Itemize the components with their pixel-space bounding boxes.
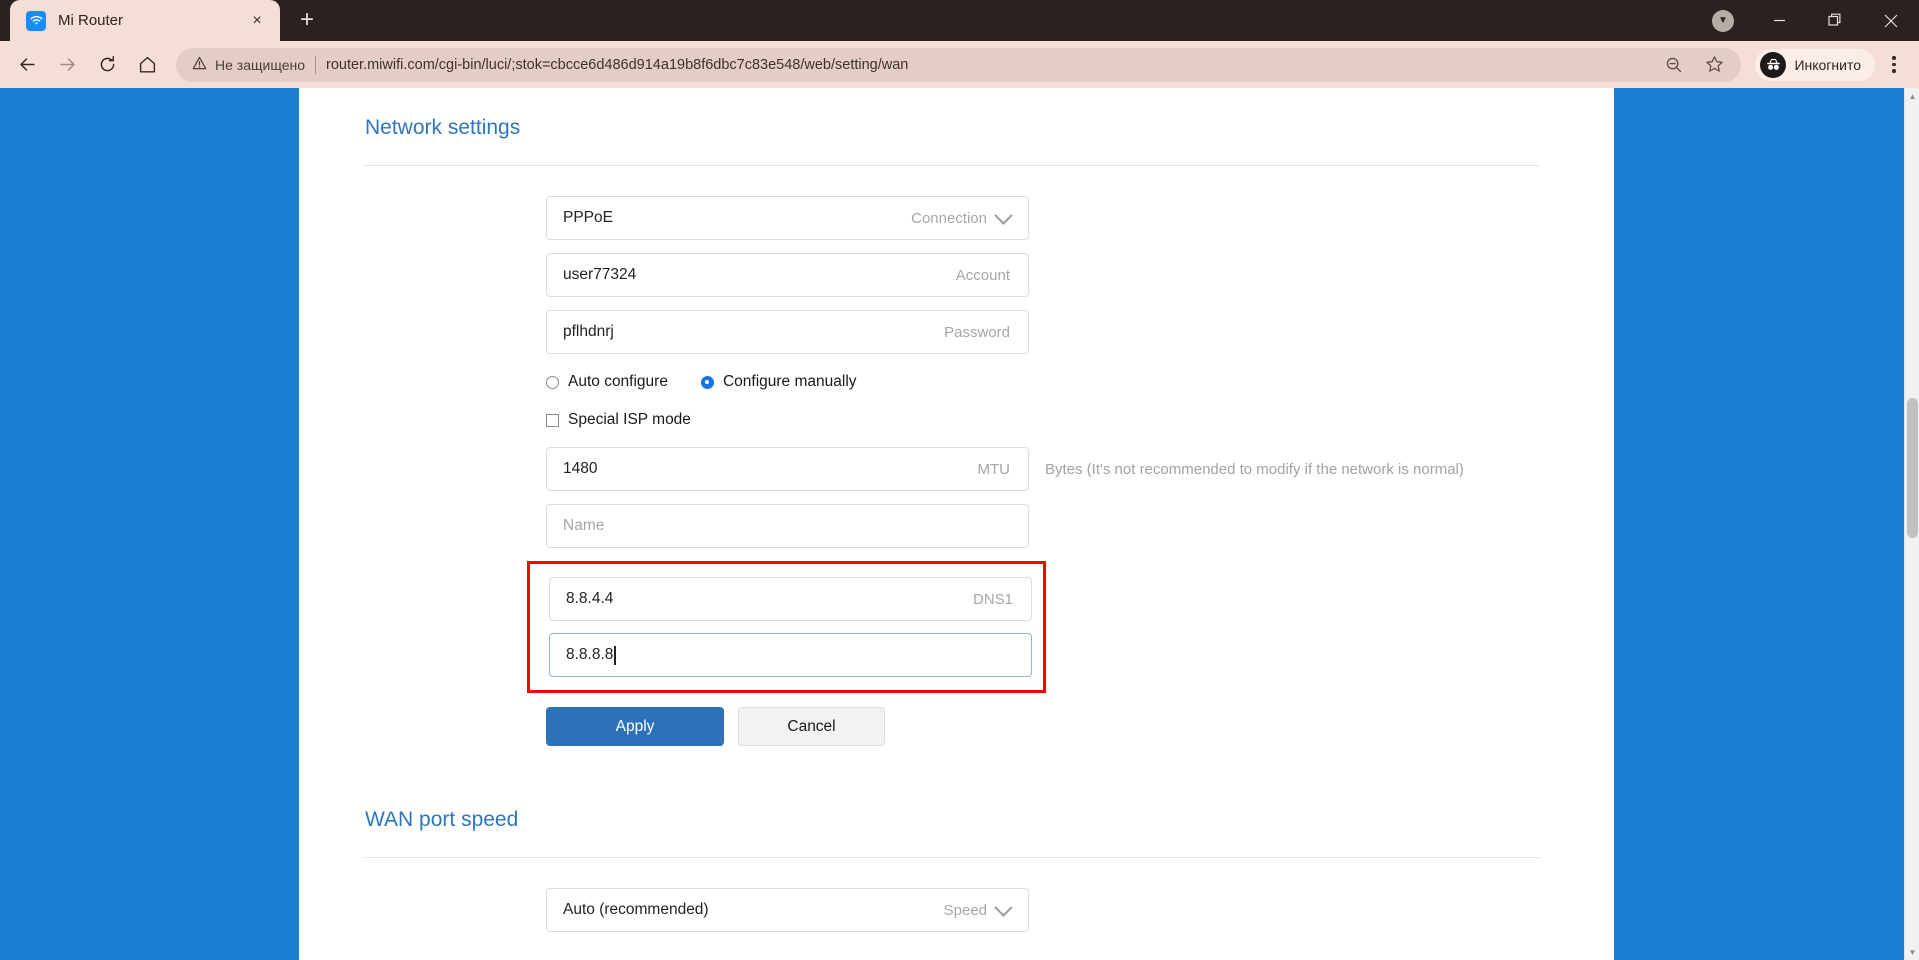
- zoom-out-icon[interactable]: [1655, 46, 1693, 84]
- cancel-button[interactable]: Cancel: [738, 707, 885, 746]
- security-label: Не защищено: [215, 56, 305, 73]
- url-text: router.miwifi.com/cgi-bin/luci/;stok=cbc…: [326, 56, 909, 73]
- scroll-down-arrow-icon[interactable]: ▼: [1905, 944, 1919, 960]
- mtu-input[interactable]: 1480 MTU: [546, 447, 1029, 491]
- network-settings-section: Network settings PPPoE Connection user77…: [365, 88, 1614, 746]
- omnibox-divider: [315, 55, 316, 74]
- dns2-input[interactable]: 8.8.8.8: [549, 633, 1032, 677]
- address-bar[interactable]: Не защищено router.miwifi.com/cgi-bin/lu…: [176, 46, 1742, 84]
- checkbox-special-isp-mode[interactable]: Special ISP mode: [546, 411, 691, 429]
- dns1-input[interactable]: 8.8.4.4 DNS1: [549, 577, 1032, 621]
- name-placeholder: Name: [563, 517, 605, 534]
- wan-speed-label-group: Speed: [943, 897, 1013, 919]
- incognito-label: Инкогнито: [1794, 56, 1861, 73]
- wifi-icon: [26, 10, 46, 31]
- account-row: user77324 Account: [365, 253, 1614, 297]
- incognito-icon: [1760, 51, 1787, 78]
- page-viewport: Network settings PPPoE Connection user77…: [0, 88, 1919, 960]
- mtu-label: MTU: [977, 460, 1011, 478]
- radio-configure-manually[interactable]: Configure manually: [700, 373, 857, 391]
- text-cursor: [614, 645, 616, 665]
- minimize-button[interactable]: [1751, 0, 1807, 41]
- wan-speed-value: Auto (recommended): [563, 901, 709, 918]
- restore-button[interactable]: [1807, 0, 1863, 41]
- wan-speed-row: Auto (recommended) Speed: [365, 888, 1614, 932]
- wan-section-divider: [365, 857, 1540, 858]
- account-value: user77324: [563, 266, 637, 283]
- scrollbar-thumb[interactable]: [1907, 398, 1918, 538]
- update-available-icon[interactable]: ▼: [1695, 0, 1751, 41]
- radio-configure-manually-control[interactable]: [700, 375, 714, 389]
- mtu-row: 1480 MTU Bytes (It's not recommended to …: [365, 447, 1614, 491]
- network-settings-form: PPPoE Connection user77324 Account pflhd…: [365, 166, 1614, 746]
- connection-label-group: Connection: [911, 205, 1013, 227]
- security-status[interactable]: Не защищено: [192, 56, 305, 74]
- connection-row: PPPoE Connection: [365, 196, 1614, 240]
- account-input[interactable]: user77324 Account: [546, 253, 1029, 297]
- reload-icon[interactable]: [88, 46, 126, 84]
- tab-strip: Mi Router × + ▼: [0, 0, 1919, 41]
- chevron-down-icon: [994, 897, 1013, 917]
- wan-speed-label: Speed: [943, 901, 987, 919]
- checkbox-special-isp-control[interactable]: [546, 413, 559, 427]
- checkbox-special-isp-label: Special ISP mode: [568, 411, 691, 428]
- browser-toolbar: Не защищено router.miwifi.com/cgi-bin/lu…: [0, 41, 1919, 88]
- warning-triangle-icon: [192, 56, 207, 74]
- new-tab-button[interactable]: +: [290, 3, 324, 37]
- config-mode-group: Auto configure Configure manually: [546, 373, 857, 391]
- home-icon[interactable]: [128, 46, 166, 84]
- browser-tab-mi-router[interactable]: Mi Router ×: [10, 0, 280, 41]
- scroll-up-arrow-icon[interactable]: ▲: [1905, 88, 1919, 104]
- connection-type-value: PPPoE: [563, 209, 613, 226]
- browser-window: Mi Router × + ▼ Не защищено router.miwif…: [0, 0, 1919, 960]
- dns1-value: 8.8.4.4: [566, 590, 614, 607]
- incognito-indicator[interactable]: Инкогнито: [1755, 48, 1875, 81]
- wan-port-speed-title: WAN port speed: [365, 808, 519, 831]
- chevron-down-icon: [994, 205, 1013, 225]
- page-title: Network settings: [365, 116, 521, 139]
- name-input[interactable]: Name: [546, 504, 1029, 548]
- mtu-hint: Bytes (It's not recommended to modify if…: [1045, 460, 1464, 478]
- account-label: Account: [955, 266, 1010, 284]
- page-left-margin: [0, 88, 299, 960]
- radio-auto-configure[interactable]: Auto configure: [546, 373, 668, 391]
- password-label: Password: [944, 323, 1010, 341]
- connection-label: Connection: [911, 209, 987, 227]
- connection-type-select[interactable]: PPPoE Connection: [546, 196, 1029, 240]
- radio-configure-manually-label: Configure manually: [722, 373, 857, 390]
- window-controls: ▼: [1695, 0, 1919, 41]
- page-scrollbar[interactable]: ▲ ▼: [1904, 88, 1919, 960]
- special-isp-row: Special ISP mode: [365, 411, 1614, 429]
- radio-auto-configure-label: Auto configure: [568, 373, 668, 390]
- close-icon[interactable]: ×: [244, 8, 270, 34]
- tab-title: Mi Router: [58, 12, 124, 29]
- dns-highlight-box: 8.8.4.4 DNS1 8.8.8.8: [527, 561, 1046, 693]
- apply-button[interactable]: Apply: [546, 707, 724, 746]
- omnibox-actions: [1655, 46, 1733, 84]
- config-mode-row: Auto configure Configure manually: [365, 367, 1614, 394]
- password-value: pflhdnrj: [563, 323, 614, 340]
- password-input[interactable]: pflhdnrj Password: [546, 310, 1029, 354]
- forward-icon[interactable]: [48, 46, 86, 84]
- page-right-margin: [1614, 88, 1919, 960]
- back-icon[interactable]: [8, 46, 46, 84]
- form-actions: Apply Cancel: [365, 707, 1614, 746]
- radio-auto-configure-control[interactable]: [546, 375, 559, 389]
- wan-speed-select[interactable]: Auto (recommended) Speed: [546, 888, 1029, 932]
- star-icon[interactable]: [1695, 46, 1733, 84]
- three-dots-menu-icon[interactable]: [1877, 46, 1911, 84]
- wan-port-speed-section: WAN port speed Auto (recommended) Speed: [365, 808, 1614, 932]
- close-window-button[interactable]: [1863, 0, 1919, 41]
- name-row: Name: [365, 504, 1614, 548]
- dns2-value: 8.8.8.8: [566, 646, 614, 663]
- password-row: pflhdnrj Password: [365, 310, 1614, 354]
- router-settings-page: Network settings PPPoE Connection user77…: [299, 88, 1614, 960]
- mtu-value: 1480: [563, 460, 598, 477]
- dns1-label: DNS1: [972, 590, 1013, 608]
